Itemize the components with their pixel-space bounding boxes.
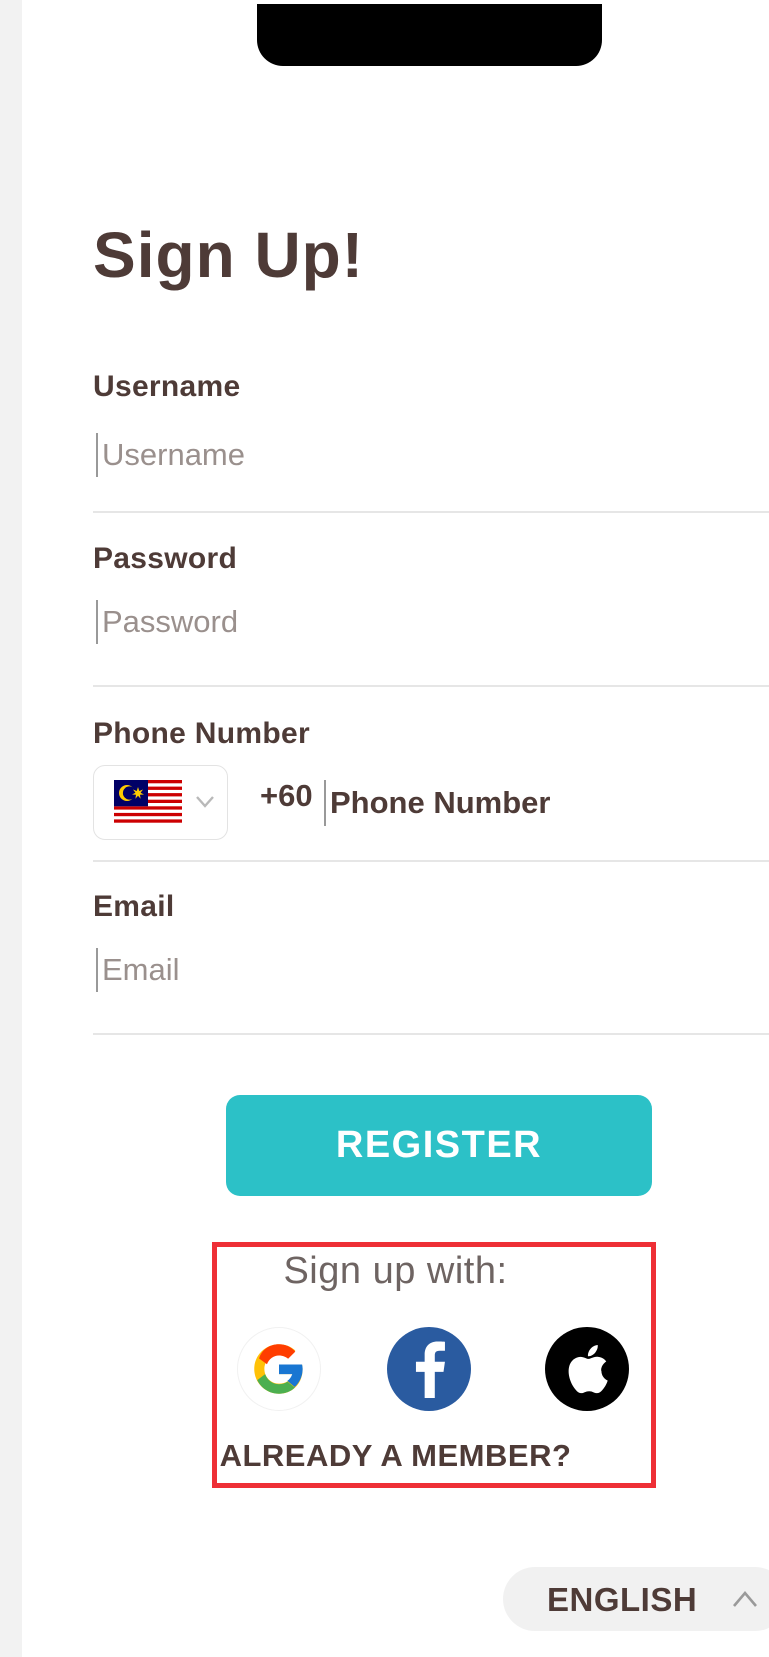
phone-label: Phone Number xyxy=(93,717,310,750)
username-input[interactable] xyxy=(96,433,769,477)
language-selector[interactable]: ENGLISH xyxy=(503,1567,769,1631)
signup-page: Sign Up! Username Password Phone Number xyxy=(22,0,769,1657)
apple-icon[interactable] xyxy=(545,1327,629,1411)
chevron-down-icon xyxy=(196,796,214,808)
already-member-link[interactable]: ALREADY A MEMBER? xyxy=(22,1438,769,1474)
username-field: Username xyxy=(93,370,769,404)
divider xyxy=(93,860,769,862)
divider xyxy=(93,685,769,687)
country-code-select[interactable] xyxy=(93,765,228,840)
divider xyxy=(93,511,769,513)
malaysia-flag-icon xyxy=(114,780,182,826)
facebook-icon[interactable] xyxy=(387,1327,471,1411)
phone-input[interactable] xyxy=(324,780,769,826)
page-title: Sign Up! xyxy=(93,219,365,291)
chevron-up-icon xyxy=(733,1590,757,1607)
password-label: Password xyxy=(93,542,238,575)
phone-prefix: +60 xyxy=(260,778,313,813)
email-label: Email xyxy=(93,890,175,923)
device-notch xyxy=(257,4,602,66)
email-input[interactable] xyxy=(96,948,769,992)
email-field: Email xyxy=(93,890,769,924)
google-icon[interactable] xyxy=(237,1327,321,1411)
username-label: Username xyxy=(93,370,241,403)
register-button[interactable]: REGISTER xyxy=(226,1095,652,1196)
divider xyxy=(93,1033,769,1035)
password-input[interactable] xyxy=(96,600,769,644)
signup-with-label: Sign up with: xyxy=(283,1250,508,1292)
phone-field: Phone Number xyxy=(93,717,769,751)
language-label: ENGLISH xyxy=(547,1581,698,1618)
password-field: Password xyxy=(93,542,769,576)
